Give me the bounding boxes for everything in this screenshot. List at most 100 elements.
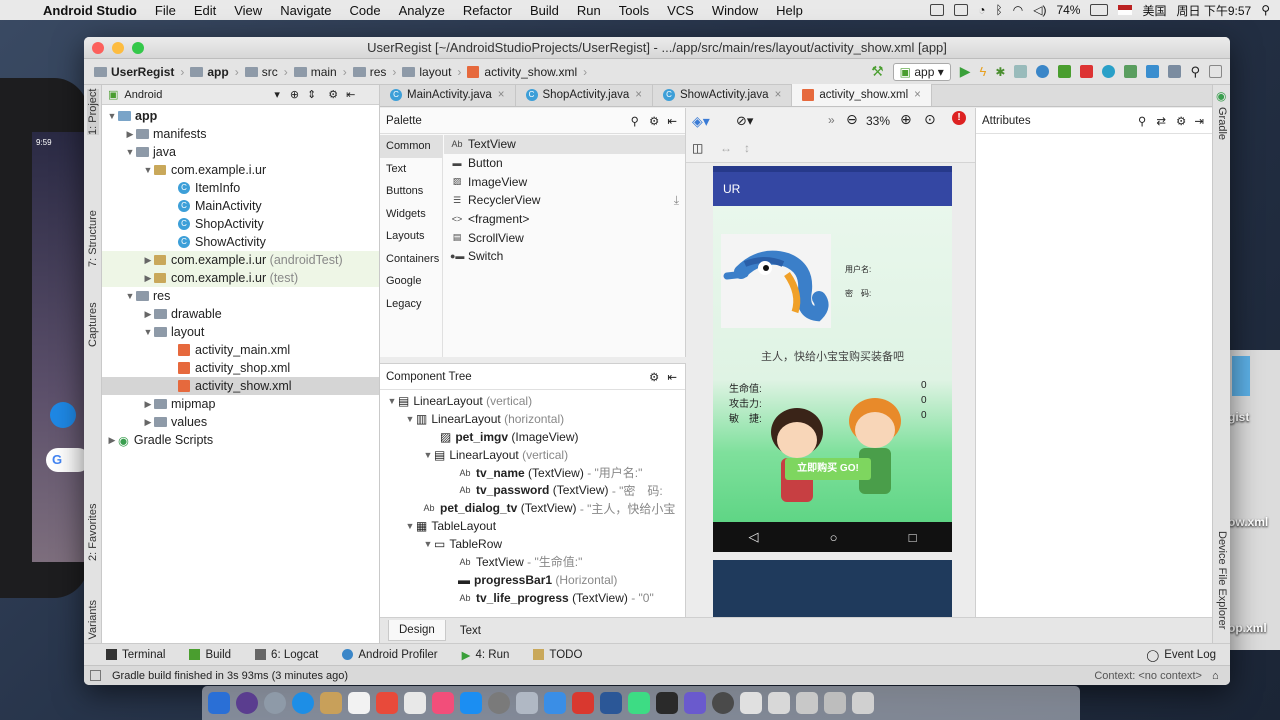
downloads-icon[interactable] — [768, 692, 790, 714]
palette-category-containers[interactable]: Containers — [380, 248, 442, 271]
captures-tool-tab[interactable]: Captures — [87, 302, 99, 347]
settings-gear-icon[interactable]: ⚙ — [1176, 114, 1186, 128]
tree-node-tv-life-progress[interactable]: Ab tv_life_progress (TextView) - "0" — [380, 589, 685, 607]
debug-icon[interactable]: ✱ — [995, 65, 1005, 79]
tree-item-app[interactable]: ▼ app — [102, 107, 379, 125]
menu-app-name[interactable]: Android Studio — [34, 3, 146, 18]
tree-item-gradle-scripts[interactable]: ▶ ◉ Gradle Scripts — [102, 431, 379, 449]
finder-icon[interactable] — [208, 692, 230, 714]
document-icon[interactable] — [740, 692, 762, 714]
home-icon[interactable]: ○ — [830, 530, 838, 545]
close-window-button[interactable] — [92, 42, 104, 54]
menu-edit[interactable]: Edit — [185, 3, 225, 18]
back-icon[interactable]: ◁ — [749, 529, 759, 545]
input-source[interactable]: 美国 — [1142, 2, 1166, 19]
tree-item-manifests[interactable]: ▶ manifests — [102, 125, 379, 143]
event-log-tool-button[interactable]: ◯ Event Log — [1136, 648, 1226, 662]
system-preferences-icon[interactable] — [488, 692, 510, 714]
launchpad-icon[interactable] — [264, 692, 286, 714]
gradle-tool-tab[interactable]: Gradle — [1216, 107, 1228, 140]
tree-item-values[interactable]: ▶ values — [102, 413, 379, 431]
error-icon[interactable]: ! — [952, 111, 966, 125]
menu-run[interactable]: Run — [568, 3, 610, 18]
palette-category-layouts[interactable]: Layouts — [380, 225, 442, 248]
clock-icon[interactable]: ◔ — [978, 3, 985, 17]
breadcrumb-res[interactable]: res › — [352, 65, 396, 79]
calendar-icon[interactable] — [348, 692, 370, 714]
breadcrumb-layout[interactable]: layout › — [402, 65, 461, 79]
collapse-all-icon[interactable]: ⇕ — [307, 88, 316, 101]
menu-help[interactable]: Help — [767, 3, 812, 18]
collapsed-arrow-icon[interactable]: ▶ — [124, 129, 136, 140]
palette-category-text[interactable]: Text — [380, 158, 442, 181]
palette-category-legacy[interactable]: Legacy — [380, 293, 442, 316]
word-icon[interactable] — [600, 692, 622, 714]
palette-category-widgets[interactable]: Widgets — [380, 203, 442, 226]
tab-text[interactable]: Text — [450, 621, 491, 641]
download-icon[interactable]: ⤓ — [674, 193, 679, 208]
tree-node-linearlayout-vertical[interactable]: ▼ ▤ LinearLayout (vertical) — [380, 446, 685, 464]
close-tab-icon[interactable]: × — [775, 89, 782, 101]
tab-shopactivity[interactable]: C ShopActivity.java × — [516, 84, 653, 106]
tree-node-tablelayout[interactable]: ▼ ▦ TableLayout — [380, 517, 685, 535]
tree-item-res[interactable]: ▼ res — [102, 287, 379, 305]
profiler-tool-button[interactable]: Android Profiler — [332, 649, 447, 661]
lock-icon[interactable]: ⌂ — [1212, 670, 1219, 682]
tab-mainactivity[interactable]: C MainActivity.java × — [380, 84, 516, 106]
expand-toolbar-icon[interactable]: » — [828, 113, 835, 127]
close-tab-icon[interactable]: × — [914, 89, 921, 101]
run-config-select[interactable]: ▣ app ▾ — [892, 62, 951, 81]
battery-icon[interactable] — [1090, 4, 1109, 16]
blueprint-toggle-icon[interactable]: ◫ — [692, 141, 703, 155]
stop-icon[interactable] — [1080, 65, 1094, 78]
tree-item-mainactivity[interactable]: C MainActivity — [102, 197, 379, 215]
avd-manager-icon[interactable] — [1124, 65, 1138, 78]
tree-node-pet-dialog-tv[interactable]: Ab pet_dialog_tv (TextView) - "主人，快给小宝 — [380, 499, 685, 517]
xcode-icon[interactable] — [544, 692, 566, 714]
expanded-arrow-icon[interactable]: ▼ — [404, 521, 416, 531]
tree-item-package[interactable]: ▼ com.example.i.ur — [102, 161, 379, 179]
collapsed-arrow-icon[interactable]: ▶ — [142, 417, 154, 428]
breadcrumb-project[interactable]: UserRegist › — [94, 65, 184, 79]
device-file-explorer-tab[interactable]: Device File Explorer — [1216, 531, 1228, 629]
pdf-app-icon[interactable] — [572, 692, 594, 714]
desktop-file-3[interactable]: op.xml — [1228, 621, 1267, 635]
desktop-file-2[interactable]: ow.xml — [1228, 515, 1268, 529]
vertical-resize-icon[interactable]: ↕ — [744, 141, 750, 155]
tree-item-activity-show-xml[interactable]: activity_show.xml — [102, 377, 379, 395]
palette-item-button[interactable]: ▬ Button — [444, 154, 685, 173]
desktop-file-1[interactable]: gist — [1228, 410, 1249, 424]
tree-node-tv-name[interactable]: Ab tv_name (TextView) - "用户名:" — [380, 464, 685, 482]
palette-item-switch[interactable]: ●▬ Switch — [444, 247, 685, 266]
palette-item-imageview[interactable]: ▨ ImageView — [444, 172, 685, 191]
tree-node-linearlayout-root[interactable]: ▼ ▤ LinearLayout (vertical) — [380, 392, 685, 410]
palette-category-google[interactable]: Google — [380, 270, 442, 293]
terminal-app-icon[interactable] — [656, 692, 678, 714]
menu-refactor[interactable]: Refactor — [454, 3, 521, 18]
close-tab-icon[interactable]: × — [635, 89, 642, 101]
breadcrumb-main[interactable]: main › — [293, 65, 347, 79]
expanded-arrow-icon[interactable]: ▼ — [142, 165, 154, 175]
spotlight-icon[interactable]: ⚲ — [1261, 3, 1270, 17]
collapsed-arrow-icon[interactable]: ▶ — [142, 255, 154, 266]
profile-icon[interactable] — [1036, 65, 1050, 78]
hammer-icon[interactable]: ⚒ — [871, 63, 884, 80]
tree-node-tv-password[interactable]: Ab tv_password (TextView) - "密 码: — [380, 481, 685, 499]
wifi-icon[interactable]: ◠ — [1013, 3, 1023, 17]
tree-node-linearlayout-horizontal[interactable]: ▼ ▥ LinearLayout (horizontal) — [380, 410, 685, 428]
favorites-tool-tab[interactable]: 2: Favorites — [87, 504, 99, 561]
tree-item-drawable[interactable]: ▶ drawable — [102, 305, 379, 323]
menu-tools[interactable]: Tools — [610, 3, 658, 18]
trash-icon[interactable] — [852, 692, 874, 714]
menubar-clock[interactable]: 周日 下午9:57 — [1177, 2, 1252, 19]
tree-item-showactivity[interactable]: C ShowActivity — [102, 233, 379, 251]
menu-file[interactable]: File — [146, 3, 185, 18]
blueprint-preview[interactable] — [713, 560, 952, 617]
zoom-out-icon[interactable]: ⊖ — [846, 111, 858, 128]
music-icon[interactable] — [432, 692, 454, 714]
tree-item-iteminfo[interactable]: C ItemInfo — [102, 179, 379, 197]
tree-item-java[interactable]: ▼ java — [102, 143, 379, 161]
terminal-tool-button[interactable]: Terminal — [96, 649, 175, 661]
camera-icon[interactable] — [712, 692, 734, 714]
tree-node-pet-imgv[interactable]: ▨ pet_imgv (ImageView) — [380, 428, 685, 446]
